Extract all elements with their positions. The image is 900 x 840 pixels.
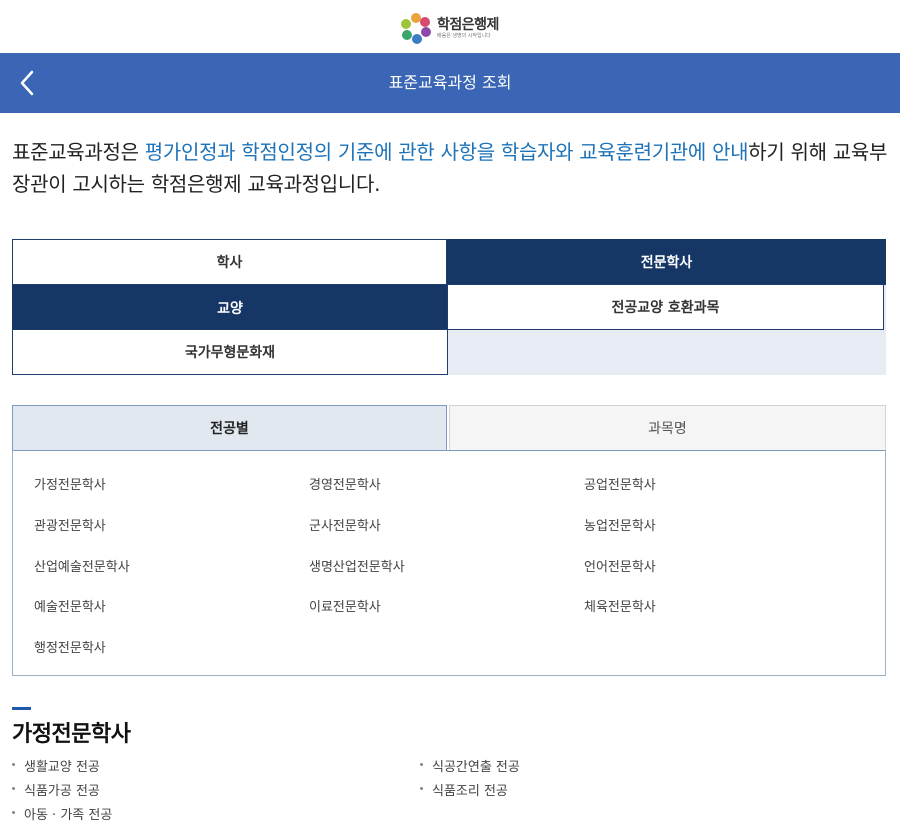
logo[interactable]: 학점은행제 배움은 생명의 시작입니다: [399, 11, 499, 45]
tab-liberal-arts[interactable]: 교양: [12, 285, 448, 330]
tab-by-subject[interactable]: 과목명: [449, 405, 886, 451]
tab-major-liberal-compatible[interactable]: 전공교양 호환과목: [447, 284, 884, 330]
page-title: 표준교육과정 조회: [388, 73, 512, 92]
major-item[interactable]: 경영전문학사: [309, 474, 381, 493]
major-item[interactable]: 예술전문학사: [34, 596, 106, 615]
bullet-icon: [420, 763, 423, 766]
major-item[interactable]: 언어전문학사: [584, 556, 656, 575]
major-item[interactable]: 행정전문학사: [34, 637, 106, 656]
intro-highlight: 평가인정과 학점인정의 기준에 관한 사항을 학습자와 교육훈련기관에 안내: [144, 140, 749, 164]
list-item-label: 식공간연출 전공: [432, 760, 520, 775]
tab-intangible-heritage[interactable]: 국가무형문화재: [12, 329, 448, 375]
major-item[interactable]: 관광전문학사: [34, 515, 106, 534]
list-item-label: 식품조리 전공: [432, 784, 508, 799]
list-item-label: 아동 · 가족 전공: [24, 808, 113, 823]
major-item[interactable]: 생명산업전문학사: [309, 556, 405, 575]
major-item[interactable]: 농업전문학사: [584, 515, 656, 534]
header-bar: 표준교육과정 조회: [0, 53, 900, 113]
major-item[interactable]: 군사전문학사: [309, 515, 381, 534]
major-item[interactable]: 이료전문학사: [309, 596, 381, 615]
section-accent-bar: [12, 707, 31, 710]
intro-part-1: 표준교육과정은: [12, 140, 145, 164]
list-item[interactable]: 식공간연출 전공: [420, 756, 520, 775]
list-item[interactable]: 아동 · 가족 전공: [12, 804, 112, 823]
tab-bachelor[interactable]: 학사: [12, 239, 447, 285]
intro-text: 표준교육과정은 평가인정과 학점인정의 기준에 관한 사항을 학습자와 교육훈련…: [12, 136, 892, 200]
major-item[interactable]: 체육전문학사: [584, 596, 656, 615]
search-tabs: 전공별 과목명: [12, 405, 886, 451]
tab-associate[interactable]: 전문학사: [447, 239, 886, 285]
major-item[interactable]: 공업전문학사: [584, 474, 656, 493]
bullet-icon: [12, 763, 15, 766]
bullet-icon: [12, 787, 15, 790]
section-title: 가정전문학사: [12, 722, 131, 747]
top-bar: 학점은행제 배움은 생명의 시작입니다: [0, 0, 900, 53]
list-item-label: 생활교양 전공: [24, 760, 100, 775]
list-item[interactable]: 식품조리 전공: [420, 780, 508, 799]
logo-name: 학점은행제: [437, 16, 499, 33]
degree-tab-grid: 학사 전문학사 교양 전공교양 호환과목 국가무형문화재: [12, 239, 886, 375]
bullet-icon: [420, 787, 423, 790]
major-list: 가정전문학사 경영전문학사 공업전문학사 관광전문학사 군사전문학사 농업전문학…: [12, 450, 886, 676]
list-item-label: 식품가공 전공: [24, 784, 100, 799]
list-item[interactable]: 생활교양 전공: [12, 756, 100, 775]
tab-by-major[interactable]: 전공별: [12, 405, 447, 451]
list-item[interactable]: 식품가공 전공: [12, 780, 100, 799]
major-item[interactable]: 산업예술전문학사: [34, 556, 130, 575]
bullet-icon: [12, 811, 15, 814]
logo-flower-icon: [401, 13, 431, 44]
major-item[interactable]: 가정전문학사: [34, 474, 106, 493]
logo-tagline: 배움은 생명의 시작입니다: [437, 32, 491, 39]
